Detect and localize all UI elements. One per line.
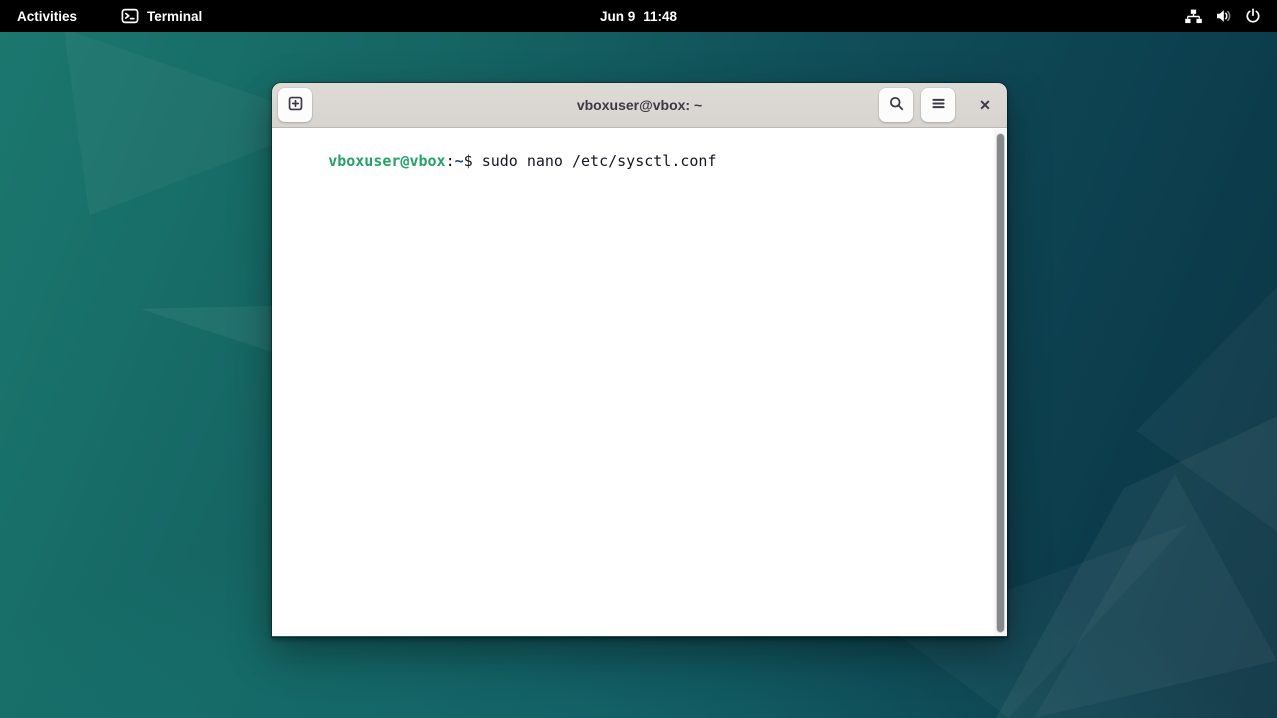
prompt-line: vboxuser@vbox:~$ sudo nano /etc/sysctl.co… xyxy=(328,152,716,170)
prompt-colon: : xyxy=(446,152,455,170)
window-title: vboxuser@vbox: ~ xyxy=(577,97,702,113)
search-button[interactable] xyxy=(879,88,913,122)
clock-time: 11:48 xyxy=(643,9,677,24)
close-icon: ✕ xyxy=(979,97,991,114)
typed-command: sudo nano /etc/sysctl.conf xyxy=(482,152,717,170)
network-wired-icon xyxy=(1185,9,1202,24)
scrollbar-track[interactable] xyxy=(994,129,1007,637)
search-icon xyxy=(888,95,905,115)
volume-icon xyxy=(1215,8,1232,24)
prompt-user-host: vboxuser@vbox xyxy=(328,152,445,170)
system-menu[interactable] xyxy=(1175,3,1271,29)
activities-button[interactable]: Activities xyxy=(8,3,86,29)
menu-button[interactable] xyxy=(921,88,955,122)
desktop: Activities Terminal Jun 9 11:48 xyxy=(0,0,1277,718)
terminal-content[interactable]: vboxuser@vbox:~$ sudo nano /etc/sysctl.co… xyxy=(272,128,1007,636)
prompt-path: ~ xyxy=(455,152,464,170)
new-tab-button[interactable] xyxy=(278,88,312,122)
clock-date: Jun 9 xyxy=(600,9,635,24)
clock-button[interactable]: Jun 9 11:48 xyxy=(590,3,687,29)
hamburger-menu-icon xyxy=(930,95,947,115)
terminal-window: vboxuser@vbox: ~ xyxy=(272,83,1007,637)
terminal-icon xyxy=(121,7,139,25)
power-icon xyxy=(1245,8,1261,24)
top-bar: Activities Terminal Jun 9 11:48 xyxy=(0,0,1277,32)
prompt-symbol: $ xyxy=(464,152,473,170)
close-button[interactable]: ✕ xyxy=(971,88,999,122)
headerbar[interactable]: vboxuser@vbox: ~ xyxy=(272,83,1007,128)
activities-label: Activities xyxy=(17,9,77,24)
focused-app-label: Terminal xyxy=(147,9,202,24)
new-tab-icon xyxy=(287,95,304,115)
scrollbar-thumb[interactable] xyxy=(996,133,1005,633)
focused-app-indicator[interactable]: Terminal xyxy=(112,3,211,29)
